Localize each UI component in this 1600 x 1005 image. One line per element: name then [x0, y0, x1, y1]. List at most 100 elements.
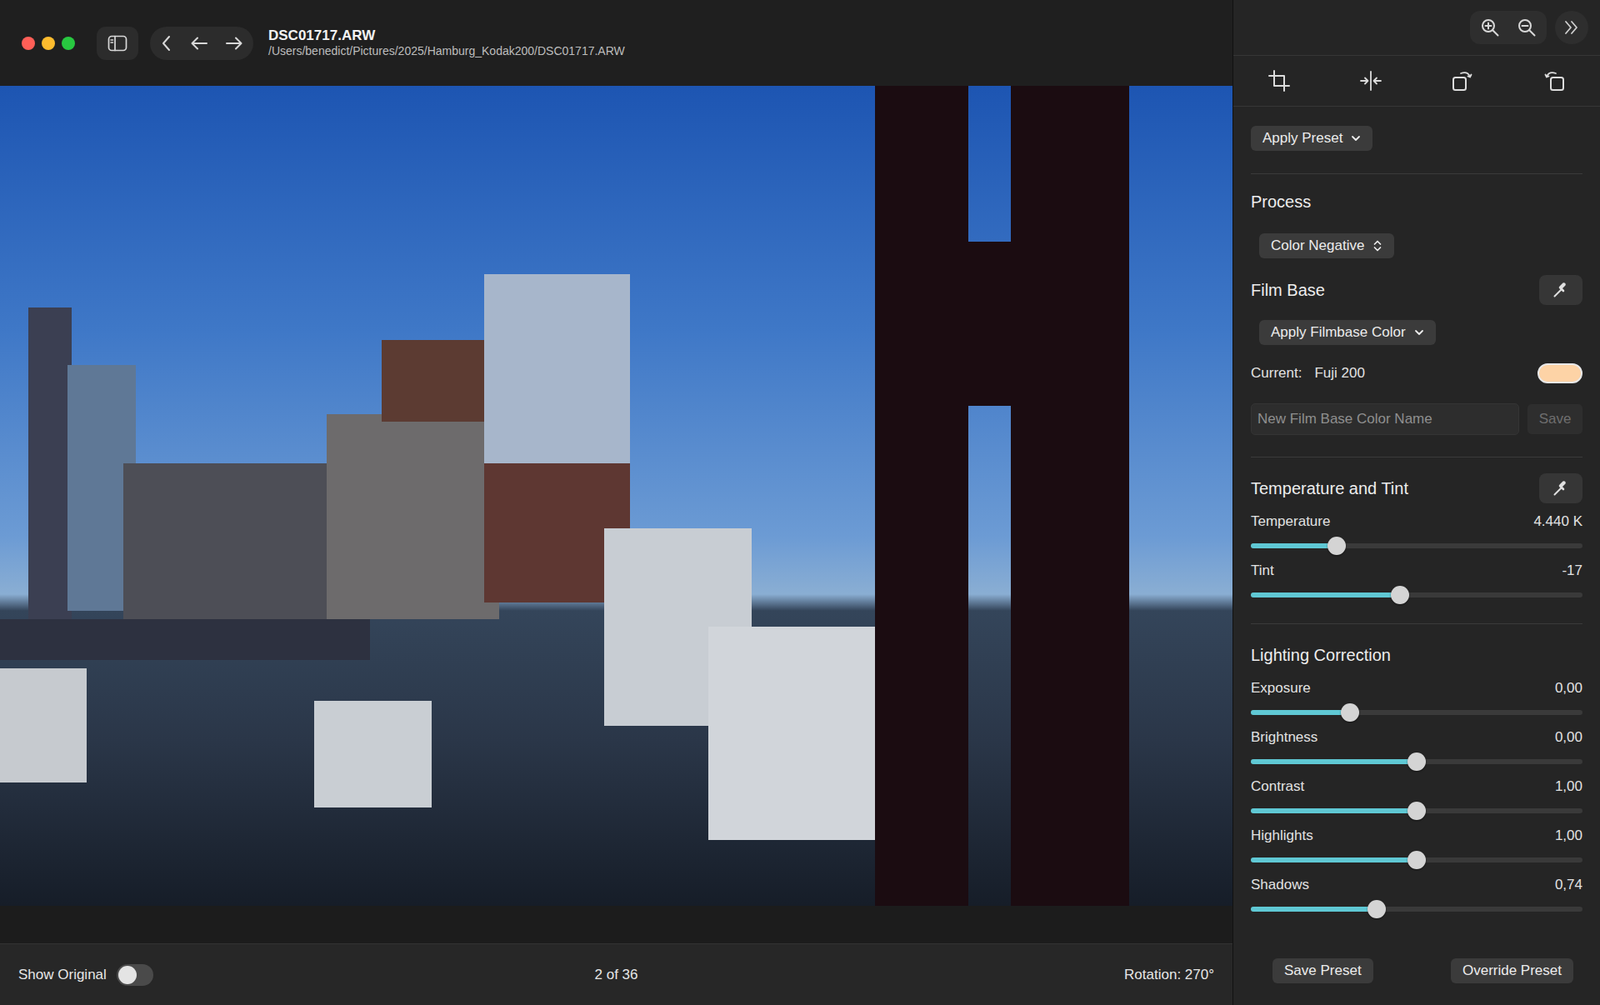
edit-tools — [1233, 55, 1600, 107]
override-preset-button[interactable]: Override Preset — [1450, 958, 1574, 984]
current-film-base-row: Current: Fuji 200 — [1250, 363, 1583, 384]
slider-value: -17 — [1561, 562, 1583, 580]
slider-label: Tint — [1250, 562, 1275, 580]
current-film-base: Fuji 200 — [1314, 365, 1365, 382]
slider-label: Highlights — [1250, 827, 1314, 845]
process-select[interactable]: Color Negative — [1259, 233, 1395, 259]
slider-fill — [1250, 857, 1417, 863]
tool-button[interactable] — [1508, 69, 1600, 93]
back-chevron-icon[interactable] — [160, 34, 174, 53]
slider-fill — [1250, 906, 1377, 912]
sidebar-icon — [107, 35, 128, 52]
slider-label: Temperature — [1250, 513, 1330, 530]
slider-label-row: Tint -17 — [1250, 562, 1583, 580]
save-preset-button[interactable]: Save Preset — [1272, 958, 1374, 984]
zoom-out-icon[interactable] — [1516, 17, 1537, 38]
slider-knob[interactable] — [1407, 850, 1426, 870]
process-title: Process — [1250, 191, 1583, 212]
slider-label-row: Contrast1,00 — [1250, 778, 1583, 795]
slider-label-row: Brightness0,00 — [1250, 729, 1583, 746]
eyedropper-icon — [1551, 280, 1570, 300]
slider-fill — [1250, 592, 1400, 598]
status-bar: Show Original2 of 36Rotation: 270° — [0, 943, 1233, 1005]
window-controls — [21, 36, 75, 50]
slider-track[interactable] — [1250, 592, 1583, 598]
slider[interactable] — [1250, 702, 1583, 723]
slider-knob[interactable] — [1390, 585, 1410, 605]
slider-knob[interactable] — [1407, 752, 1426, 771]
rotation-readout: Rotation: 270° — [1124, 966, 1215, 983]
slider[interactable] — [1250, 751, 1583, 772]
save-film-base-button: Save — [1527, 404, 1583, 435]
preset-row: Apply Preset — [1250, 125, 1583, 151]
minimize-button[interactable] — [41, 36, 55, 50]
slider-track[interactable] — [1250, 543, 1583, 549]
tool-button[interactable] — [1233, 69, 1325, 93]
title-block: DSC01717.ARW/Users/benedict/Pictures/202… — [268, 27, 625, 59]
eyedropper-icon — [1551, 479, 1570, 498]
section-title: Temperature and Tint — [1250, 478, 1409, 499]
chevron-down-icon — [1350, 134, 1361, 143]
current-label: Current: — [1250, 365, 1302, 382]
slider-value: 1,00 — [1555, 778, 1583, 795]
preset-actions: Save Preset Override Preset — [1233, 958, 1600, 1005]
slider[interactable] — [1250, 899, 1583, 920]
process-value: Color Negative — [1270, 237, 1365, 255]
show-original-toggle[interactable] — [116, 964, 154, 986]
slider-label: Exposure — [1250, 680, 1311, 697]
rotate-left-icon — [1450, 69, 1475, 93]
chevron-down-icon — [1414, 328, 1425, 337]
double-chevron-icon — [1562, 18, 1581, 37]
slider-label-row: Shadows0,74 — [1250, 876, 1583, 894]
slider-track[interactable] — [1250, 710, 1583, 715]
slider-value: 1,00 — [1555, 827, 1583, 845]
process-row: Color Negative — [1250, 233, 1583, 259]
divider — [1250, 623, 1583, 625]
section-header: Lighting Correction — [1250, 640, 1583, 670]
toggle-knob — [118, 965, 137, 985]
slider[interactable] — [1250, 850, 1583, 870]
navigation-group — [150, 26, 254, 60]
panel-toolbar — [1233, 0, 1600, 56]
slider[interactable] — [1250, 800, 1583, 821]
divider — [1250, 456, 1583, 458]
slider-track[interactable] — [1250, 906, 1583, 912]
apply-filmbase-label: Apply Filmbase Color — [1270, 324, 1406, 341]
tool-button[interactable] — [1416, 69, 1509, 93]
zoom-group — [1470, 10, 1547, 45]
zoom-in-icon[interactable] — [1480, 17, 1500, 38]
slider-label-row: Highlights 1,00 — [1250, 827, 1583, 845]
sidebar-toggle-button[interactable] — [96, 26, 139, 60]
adjustments: Apply Preset Process Color Negative Film Ba… — [1233, 106, 1600, 959]
film-base-swatch[interactable] — [1537, 363, 1583, 384]
close-button[interactable] — [21, 36, 35, 50]
film-base-name-row: Save — [1250, 403, 1583, 435]
show-original-label: Show Original — [18, 964, 107, 986]
divider — [1250, 173, 1583, 175]
tool-button[interactable] — [1325, 70, 1417, 92]
collapse-panel-button[interactable] — [1555, 10, 1589, 45]
slider-knob[interactable] — [1340, 703, 1360, 722]
white-balance-picker-button[interactable] — [1539, 473, 1583, 504]
previous-arrow-icon[interactable] — [190, 35, 209, 52]
film-base-header: Film Base — [1250, 275, 1583, 305]
film-base-picker-button[interactable] — [1539, 275, 1583, 305]
section-header: Temperature and Tint — [1250, 473, 1583, 504]
apply-filmbase-menu[interactable]: Apply Filmbase Color — [1259, 320, 1436, 345]
title-bar: DSC01717.ARW/Users/benedict/Pictures/202… — [0, 0, 1233, 86]
slider-knob[interactable] — [1407, 801, 1426, 820]
slider-knob[interactable] — [1327, 536, 1346, 555]
slider-label: Brightness — [1250, 729, 1318, 746]
slider-knob[interactable] — [1367, 900, 1386, 919]
zoom-button[interactable] — [61, 36, 75, 50]
film-base-name-field[interactable] — [1250, 403, 1520, 435]
rotation-group: Rotation: 270° — [638, 964, 1215, 986]
slider[interactable] — [1250, 535, 1583, 556]
next-arrow-icon[interactable] — [225, 35, 244, 52]
rotate-right-icon — [1542, 69, 1566, 93]
section-title: Lighting Correction — [1250, 645, 1391, 665]
slider[interactable] — [1250, 585, 1583, 605]
apply-preset-label: Apply Preset — [1262, 130, 1343, 147]
apply-preset-menu[interactable]: Apply Preset — [1250, 125, 1373, 151]
slider-fill — [1250, 808, 1417, 814]
